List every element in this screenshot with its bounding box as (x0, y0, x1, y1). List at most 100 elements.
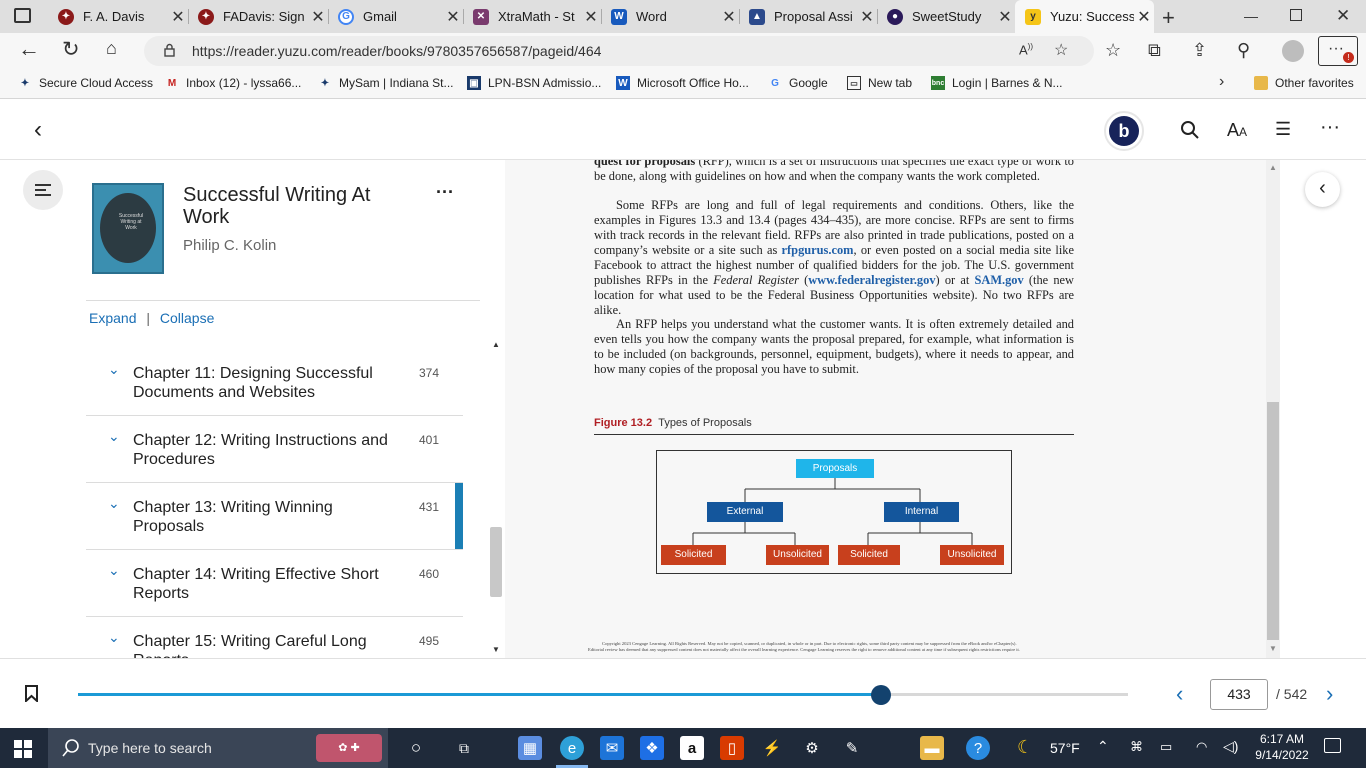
chapter-item[interactable]: ⌄ Chapter 12: Writing Instructions and P… (86, 416, 463, 483)
amazon-icon[interactable]: a (680, 736, 704, 760)
close-icon[interactable]: ✕ (308, 7, 328, 27)
bookmarks-list-icon[interactable]: ☰ (1275, 119, 1291, 140)
tab-actions-icon[interactable] (14, 8, 31, 23)
close-icon[interactable]: ✕ (995, 7, 1015, 27)
chevron-down-icon[interactable]: ⌄ (108, 629, 120, 646)
scroll-down-icon[interactable]: ▼ (492, 645, 500, 654)
page-scrollbar[interactable]: ▲ ▼ (1266, 160, 1280, 658)
tab-xtramath[interactable]: ✕ XtraMath - St ✕ (463, 0, 601, 33)
task-view-icon[interactable]: ⧉ (452, 736, 476, 760)
more-options-icon[interactable]: ··· (1320, 116, 1340, 139)
restore-icon[interactable] (1290, 9, 1302, 21)
settings-more-button[interactable]: ··· ! (1318, 36, 1358, 66)
chapter-item[interactable]: ⌄ Chapter 15: Writing Careful Long Repor… (86, 617, 463, 658)
tab-yuzu[interactable]: y Yuzu: Success ✕ (1015, 0, 1154, 33)
wifi-icon[interactable]: ◠ (1196, 739, 1207, 755)
close-icon[interactable]: ✕ (1134, 7, 1154, 27)
refresh-icon[interactable]: ↻ (62, 37, 80, 62)
weather-moon-icon[interactable]: ☾ (1017, 737, 1033, 758)
tab-fadavis[interactable]: ✦ F. A. Davis ✕ (48, 0, 188, 33)
chevron-down-icon[interactable]: ⌄ (108, 428, 120, 445)
close-icon[interactable]: ✕ (443, 7, 463, 27)
meet-now-icon[interactable]: ⌘ (1130, 739, 1143, 755)
back-arrow-icon[interactable]: ‹ (34, 116, 42, 144)
chapter-item-current[interactable]: ⌄ Chapter 13: Writing Winning Proposals … (86, 483, 463, 550)
rfpgurus-link[interactable]: rfpgurus.com (782, 243, 854, 257)
power-automate-icon[interactable]: ⚡ (760, 736, 784, 760)
tab-fadavis-signin[interactable]: ✦ FADavis: Sign ✕ (188, 0, 328, 33)
other-favorites[interactable]: Other favorites (1254, 76, 1354, 90)
bookmark-mysam[interactable]: ✦ MySam | Indiana St... (318, 76, 454, 90)
tab-gmail[interactable]: G Gmail ✕ (328, 0, 463, 33)
page-number-input[interactable]: 433 (1210, 679, 1268, 710)
collections-icon[interactable]: ⧉ (1148, 40, 1161, 61)
chevron-right-icon[interactable]: › (1219, 73, 1224, 91)
taskbar-search-box[interactable]: Type here to search ✿ ✚ (48, 728, 388, 768)
close-icon[interactable]: ✕ (719, 7, 739, 27)
close-icon[interactable]: ✕ (857, 7, 877, 27)
panel-toggle-button[interactable]: ‹ (1305, 172, 1340, 207)
extensions-icon[interactable]: ⚲ (1237, 40, 1250, 61)
page-progress-handle[interactable] (871, 685, 892, 705)
url-field[interactable]: https://reader.yuzu.com/reader/books/978… (144, 36, 1094, 66)
bookmark-new-tab[interactable]: ▭ New tab (847, 76, 912, 90)
mail-icon[interactable]: ✉ (600, 736, 624, 760)
next-page-icon[interactable]: › (1326, 681, 1333, 707)
sidebar-scrollbar-thumb[interactable] (490, 527, 502, 597)
chevron-down-icon[interactable]: ⌄ (108, 562, 120, 579)
chevron-down-icon[interactable]: ⌄ (108, 495, 120, 512)
close-icon[interactable]: ✕ (581, 7, 601, 27)
office-icon[interactable]: ▯ (720, 736, 744, 760)
scroll-up-icon[interactable]: ▲ (1269, 163, 1277, 172)
edge-icon[interactable]: e (560, 736, 584, 760)
bookmark-ms-office[interactable]: W Microsoft Office Ho... (616, 76, 749, 90)
page-progress-track[interactable] (78, 693, 1128, 696)
toc-toggle-button[interactable] (23, 170, 63, 210)
tab-word[interactable]: W Word ✕ (601, 0, 739, 33)
favorites-icon[interactable]: ☆ (1105, 40, 1121, 61)
bookmark-inbox[interactable]: M Inbox (12) - lyssa66... (165, 76, 302, 90)
back-icon[interactable]: ← (18, 36, 40, 62)
volume-icon[interactable]: ◁) (1223, 738, 1238, 755)
file-explorer-icon[interactable]: ▬ (920, 736, 944, 760)
read-aloud-icon[interactable]: A)) (1019, 42, 1033, 57)
bookmark-lpn-bsn[interactable]: ▣ LPN-BSN Admissio... (467, 76, 601, 90)
bookmark-barnes[interactable]: bnc Login | Barnes & N... (931, 76, 1063, 90)
collapse-link[interactable]: Collapse (160, 310, 214, 326)
bookmark-secure-cloud[interactable]: ✦ Secure Cloud Access (18, 76, 153, 90)
weather-temperature[interactable]: 57°F (1050, 740, 1080, 756)
scroll-up-icon[interactable]: ▲ (492, 340, 500, 349)
tab-proposal[interactable]: ▲ Proposal Assi ✕ (739, 0, 877, 33)
system-clock[interactable]: 6:17 AM 9/14/2022 (1252, 731, 1312, 763)
add-favorite-icon[interactable]: ☆ (1054, 40, 1068, 60)
paint-icon[interactable]: ✎ (840, 736, 864, 760)
window-close-icon[interactable]: ✕ (1336, 6, 1350, 26)
home-icon[interactable]: ⌂ (106, 38, 117, 59)
federal-register-link[interactable]: www.federalregister.gov (808, 273, 935, 287)
previous-page-icon[interactable]: ‹ (1176, 681, 1183, 707)
windows-start-icon[interactable] (14, 740, 32, 758)
text-size-icon[interactable]: AA (1227, 120, 1247, 141)
profile-avatar[interactable] (1282, 40, 1304, 62)
page-scrollbar-thumb[interactable] (1267, 402, 1279, 640)
chapter-item[interactable]: ⌄ Chapter 11: Designing Successful Docum… (86, 349, 463, 416)
help-icon[interactable]: ? (966, 736, 990, 760)
book-more-icon[interactable]: ··· (436, 182, 454, 203)
settings-gear-icon[interactable]: ⚙ (800, 736, 824, 760)
tray-chevron-up-icon[interactable]: ⌃ (1097, 738, 1109, 755)
minimize-icon[interactable]: — (1244, 8, 1258, 24)
chapter-item[interactable]: ⌄ Chapter 14: Writing Effective Short Re… (86, 550, 463, 617)
new-tab-icon[interactable]: + (1162, 5, 1175, 31)
cortana-icon[interactable]: ○ (404, 736, 428, 760)
microsoft-store-icon[interactable]: ▦ (518, 736, 542, 760)
share-icon[interactable]: ⇪ (1192, 40, 1207, 61)
search-icon[interactable] (1180, 120, 1200, 140)
profile-button[interactable]: b (1104, 111, 1144, 151)
sam-gov-link[interactable]: SAM.gov (974, 273, 1023, 287)
dropbox-icon[interactable]: ❖ (640, 736, 664, 760)
close-icon[interactable]: ✕ (168, 7, 188, 27)
expand-link[interactable]: Expand (89, 310, 136, 326)
bookmark-google[interactable]: G Google (768, 76, 828, 90)
chevron-down-icon[interactable]: ⌄ (108, 361, 120, 378)
tab-sweetstudy[interactable]: ● SweetStudy ✕ (877, 0, 1015, 33)
